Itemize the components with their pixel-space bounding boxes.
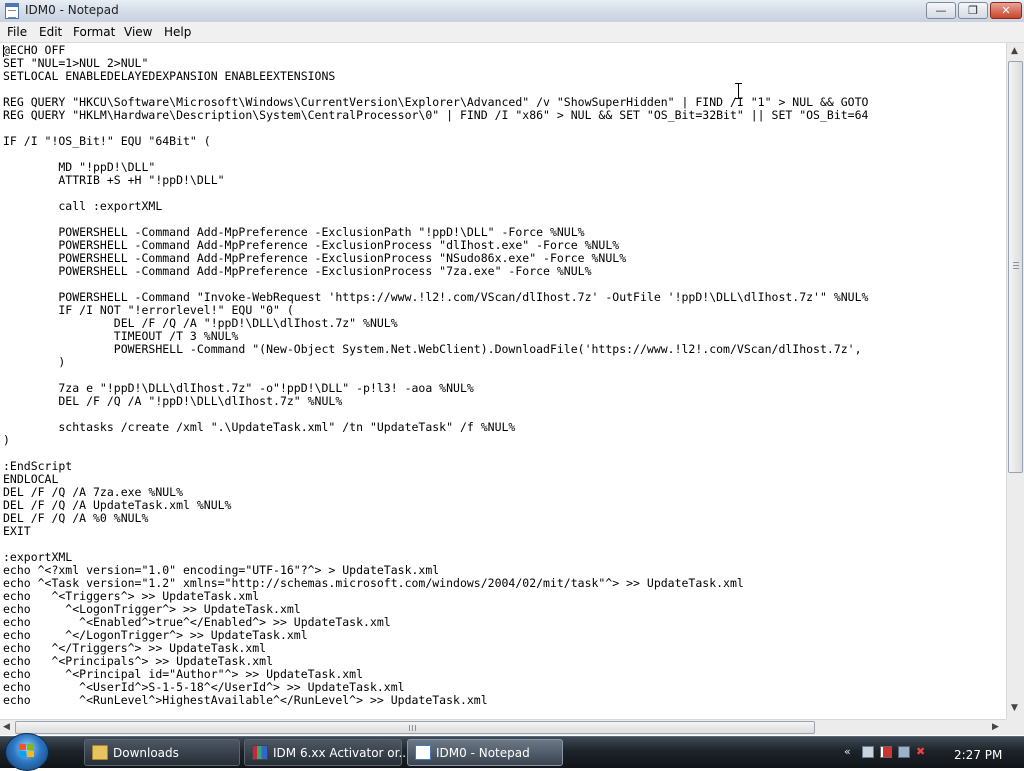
- scroll-down-arrow-icon[interactable]: ▼: [1011, 703, 1018, 713]
- menu-help[interactable]: Help: [164, 25, 191, 39]
- folder-icon: [92, 745, 108, 760]
- taskbar-label: IDM0 - Notepad: [436, 746, 530, 760]
- thumb-grip-line: [415, 725, 416, 731]
- menu-file[interactable]: File: [7, 25, 27, 39]
- notepad-icon: [415, 745, 431, 760]
- flag-green: [27, 744, 34, 750]
- close-button[interactable]: ✕: [990, 2, 1022, 19]
- taskbar-button-idm-activator[interactable]: IDM 6.xx Activator or...: [244, 739, 410, 766]
- horizontal-scrollbar[interactable]: ◀ ▶: [0, 719, 1006, 735]
- flag-red: [19, 744, 26, 750]
- menu-edit[interactable]: Edit: [39, 25, 62, 39]
- scroll-left-arrow-icon[interactable]: ◀: [3, 722, 10, 732]
- vertical-scroll-thumb[interactable]: [1008, 61, 1023, 473]
- taskbar: Downloads IDM 6.xx Activator or... IDM0 …: [0, 733, 1024, 771]
- display-icon[interactable]: [898, 746, 910, 758]
- flag-yellow: [27, 751, 34, 757]
- chevron-icon[interactable]: «: [844, 745, 856, 758]
- editor-content[interactable]: @ECHO OFF SET "NUL=1>NUL 2>NUL" SETLOCAL…: [3, 44, 868, 707]
- ibeam-cursor-icon: [735, 83, 742, 99]
- window-title: IDM0 - Notepad: [25, 3, 119, 17]
- network-icon[interactable]: [862, 746, 874, 758]
- volume-muted-icon[interactable]: ✖: [916, 745, 928, 758]
- text-caret: [3, 45, 4, 57]
- flag-icon[interactable]: [880, 746, 892, 758]
- scroll-up-arrow-icon[interactable]: ▲: [1011, 46, 1018, 56]
- taskbar-label: Downloads: [113, 746, 179, 760]
- thumb-grip-line: [1013, 265, 1019, 266]
- system-tray: « ✖ 2:27 PM: [838, 740, 1024, 766]
- menu-format[interactable]: Format: [73, 25, 115, 39]
- archive-icon: [252, 745, 268, 760]
- minimize-button[interactable]: —: [926, 2, 956, 19]
- taskbar-label: IDM 6.xx Activator or...: [273, 746, 410, 760]
- menu-bar: File Edit Format View Help: [0, 22, 1024, 43]
- menu-view[interactable]: View: [124, 25, 152, 39]
- taskbar-button-notepad[interactable]: IDM0 - Notepad: [407, 739, 563, 766]
- maximize-button[interactable]: ❐: [958, 2, 988, 19]
- thumb-grip-icon: [1013, 262, 1019, 263]
- scrollbar-corner: [1006, 719, 1024, 735]
- thumb-grip-line: [412, 725, 413, 731]
- title-bar[interactable]: IDM0 - Notepad — ❐ ✕: [0, 0, 1024, 23]
- windows-logo-icon: [19, 744, 35, 758]
- notepad-app-icon[interactable]: [5, 3, 19, 19]
- horizontal-scroll-thumb[interactable]: [15, 721, 815, 734]
- clock[interactable]: 2:27 PM: [954, 748, 1002, 762]
- taskbar-button-downloads[interactable]: Downloads: [84, 739, 240, 766]
- flag-blue: [19, 751, 26, 757]
- scroll-right-arrow-icon[interactable]: ▶: [992, 722, 999, 732]
- text-editor[interactable]: @ECHO OFF SET "NUL=1>NUL 2>NUL" SETLOCAL…: [0, 43, 1006, 719]
- vertical-scrollbar[interactable]: ▲ ▼: [1006, 43, 1024, 719]
- thumb-grip-icon: [409, 725, 410, 731]
- start-button[interactable]: [5, 733, 49, 771]
- thumb-grip-line: [1013, 268, 1019, 269]
